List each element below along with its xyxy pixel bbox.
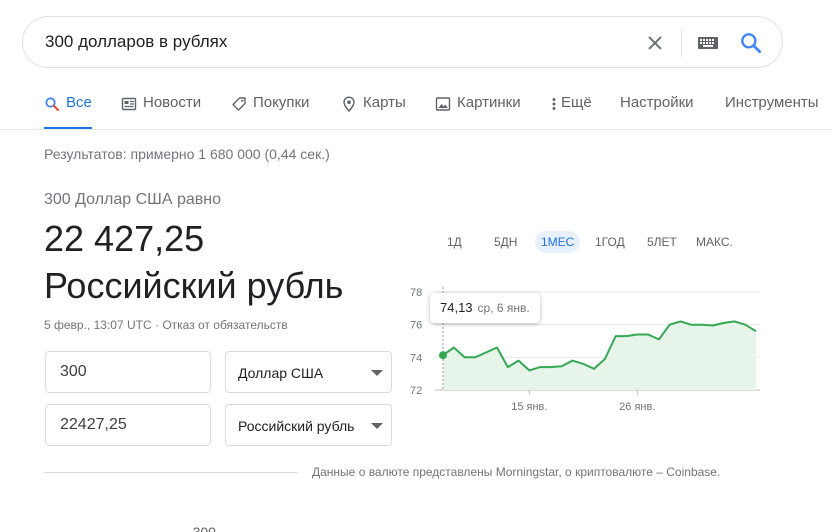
x-tick-label: 26 янв. — [619, 401, 655, 413]
range-1y[interactable]: 1ГОД — [589, 231, 631, 253]
map-pin-icon — [343, 96, 355, 112]
search-divider — [681, 29, 682, 57]
newspaper-icon — [121, 97, 137, 111]
y-tick-label: 74 — [410, 352, 422, 364]
conversion-meta: 5 февр., 13:07 UTC · Отказ от обязательс… — [44, 318, 288, 332]
from-currency-select[interactable]: Доллар США — [225, 351, 392, 393]
tab-news-label: Новости — [143, 94, 202, 111]
y-tick-label: 72 — [410, 385, 422, 397]
search-icon — [45, 97, 59, 111]
meta-separator: · — [151, 318, 163, 332]
keyboard-icon[interactable] — [696, 31, 720, 55]
dropdown-caret-icon — [371, 423, 383, 429]
search-input[interactable]: 300 долларов в рублях — [45, 32, 227, 52]
tab-images[interactable]: Картинки — [435, 94, 521, 130]
close-icon[interactable] — [643, 31, 667, 55]
tooltip-date: ср, 6 янв. — [477, 301, 530, 315]
disclaimer-link[interactable]: Отказ от обязательств — [162, 318, 287, 332]
tab-images-label: Картинки — [457, 94, 521, 111]
source-note: Данные о валюте представлены Morningstar… — [312, 465, 721, 479]
tab-all[interactable]: Все — [44, 94, 92, 130]
tab-more-label: Ещё — [561, 94, 592, 111]
from-currency-label: Доллар США — [238, 365, 324, 381]
y-tick-label: 76 — [410, 320, 422, 332]
range-max[interactable]: МАКС. — [690, 231, 739, 253]
range-1m[interactable]: 1МЕС — [535, 231, 581, 253]
x-tick-label: 15 янв. — [511, 401, 547, 413]
tab-settings[interactable]: Настройки — [620, 94, 694, 130]
range-1d[interactable]: 1Д — [441, 231, 468, 253]
tab-tools-label: Инструменты — [725, 94, 819, 111]
dropdown-caret-icon — [371, 370, 383, 376]
to-amount-input[interactable]: 22427,25 — [45, 404, 211, 446]
highlight-point — [439, 351, 447, 360]
to-currency-label: Российский рубль — [238, 418, 355, 434]
image-icon — [435, 97, 451, 111]
tab-more[interactable]: Ещё — [550, 94, 592, 130]
chart-tooltip: 74,13 ср, 6 янв. — [430, 293, 540, 323]
range-5y[interactable]: 5ЛЕТ — [641, 231, 683, 253]
conversion-unit: Российский рубль — [44, 265, 344, 306]
from-amount-input[interactable]: 300 — [45, 351, 211, 393]
tab-all-label: Все — [66, 94, 92, 111]
tab-news[interactable]: Новости — [121, 94, 201, 130]
next-result-snippet: … … .. … … … … … .. 300 — [44, 524, 216, 532]
tabs-divider — [0, 129, 832, 130]
tab-shopping-label: Покупки — [253, 94, 310, 111]
search-icon[interactable] — [738, 30, 764, 56]
tab-settings-label: Настройки — [620, 94, 694, 111]
tooltip-value: 74,13 — [440, 300, 473, 315]
results-stats: Результатов: примерно 1 680 000 (0,44 се… — [44, 146, 330, 162]
range-5d[interactable]: 5ДН — [488, 231, 523, 253]
more-vert-icon — [552, 98, 556, 110]
tag-icon — [232, 97, 246, 111]
conversion-timestamp: 5 февр., 13:07 UTC — [44, 318, 152, 332]
conversion-label: 300 Доллар США равно — [44, 191, 221, 208]
tab-maps-label: Карты — [363, 94, 406, 111]
tab-maps[interactable]: Карты — [341, 94, 406, 130]
tab-tools[interactable]: Инструменты — [725, 94, 819, 130]
y-tick-label: 78 — [410, 287, 422, 299]
source-divider — [44, 472, 298, 473]
search-box[interactable]: 300 долларов в рублях — [22, 16, 783, 68]
chart-area — [443, 321, 756, 390]
tab-shopping[interactable]: Покупки — [231, 94, 309, 130]
conversion-value: 22 427,25 — [44, 218, 205, 259]
to-currency-select[interactable]: Российский рубль — [225, 404, 392, 446]
